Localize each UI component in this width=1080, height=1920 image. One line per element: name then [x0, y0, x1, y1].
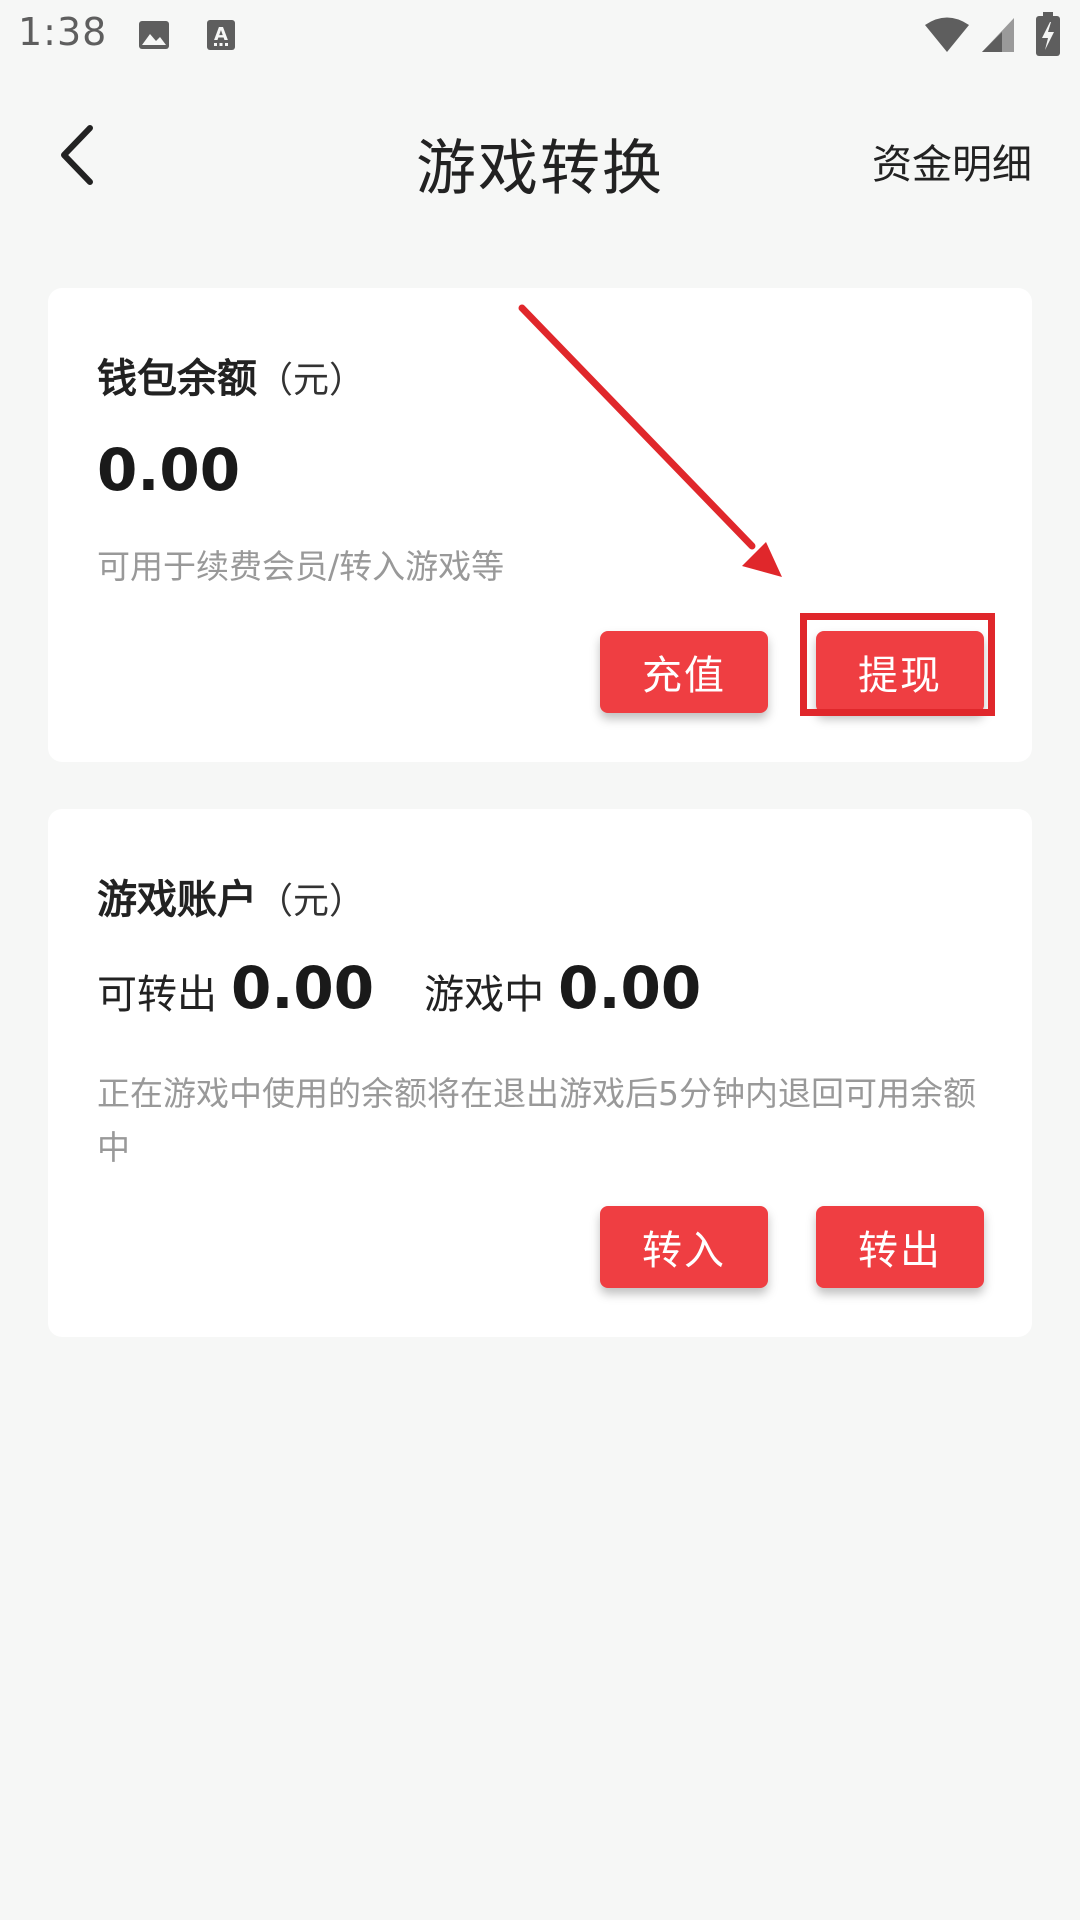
wallet-title-text: 钱包余额: [97, 356, 257, 402]
transferable-amount: 0.00: [231, 954, 375, 1022]
game-account-card: 游戏账户（元） 可转出 0.00 游戏中 0.00 正在游戏中使用的余额将在退出…: [48, 809, 1032, 1337]
wallet-unit: （元）: [257, 360, 366, 401]
battery-charging-icon: [1036, 12, 1060, 56]
signal-icon: [982, 18, 1014, 52]
wallet-hint: 可用于续费会员/转入游戏等: [97, 547, 505, 586]
screen: 1:38 A 游戏转换 资金明细 钱包余额（元） 0.00 可用于续费会员/转入…: [0, 0, 1080, 1920]
wallet-amount: 0.00: [97, 436, 241, 504]
status-time: 1:38: [18, 10, 108, 54]
header: 游戏转换 资金明细: [0, 100, 1080, 220]
game-account-title: 游戏账户（元）: [97, 867, 365, 925]
status-bar: 1:38 A: [0, 0, 1080, 72]
game-amounts: 可转出 0.00 游戏中 0.00: [97, 954, 701, 1022]
transfer-in-button[interactable]: 转入: [600, 1206, 768, 1288]
in-game-label: 游戏中: [424, 972, 545, 1018]
game-account-unit: （元）: [257, 881, 366, 922]
image-icon: [139, 21, 169, 49]
transfer-out-button[interactable]: 转出: [816, 1206, 984, 1288]
recharge-button[interactable]: 充值: [600, 631, 768, 713]
game-account-title-text: 游戏账户: [97, 877, 257, 923]
wifi-icon: [925, 17, 969, 52]
transferable-label: 可转出: [97, 972, 217, 1018]
annotation-highlight-box: [800, 613, 995, 716]
wallet-title: 钱包余额（元）: [97, 346, 365, 404]
in-game-amount: 0.00: [558, 954, 702, 1022]
game-account-hint: 正在游戏中使用的余额将在退出游戏后5分钟内退回可用余额中: [97, 1074, 976, 1167]
text-notification-icon: A: [207, 20, 235, 50]
svg-text:A: A: [214, 24, 228, 45]
fund-details-link[interactable]: 资金明细: [872, 132, 1032, 190]
